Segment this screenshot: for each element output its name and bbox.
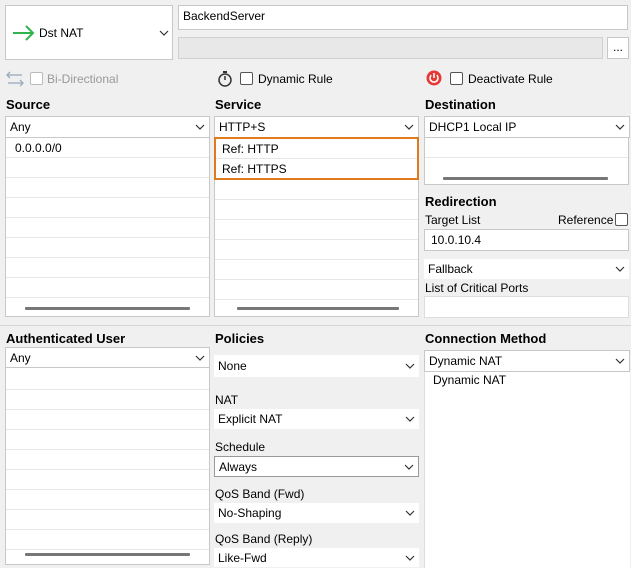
source-item-label: 0.0.0.0/0 (15, 140, 62, 155)
rule-description-field[interactable] (178, 37, 603, 59)
nat-select-value: Explicit NAT (218, 412, 283, 426)
policy-select-value: None (218, 359, 247, 373)
stopwatch-icon (218, 71, 232, 87)
rule-name-field[interactable]: BackendServer (178, 5, 628, 30)
bidirectional-label: Bi-Directional (47, 72, 119, 86)
arrow-right-icon (13, 25, 35, 41)
reference-checkbox[interactable] (615, 213, 628, 226)
schedule-label: Schedule (215, 440, 266, 454)
chevron-down-icon (195, 355, 205, 361)
critical-ports-field[interactable] (424, 296, 629, 318)
fallback-select[interactable]: Fallback (424, 259, 629, 279)
chevron-down-icon[interactable] (159, 30, 169, 36)
service-select-value: HTTP+S (219, 120, 266, 134)
bidirectional-checkbox[interactable] (30, 72, 43, 85)
qos-fwd-select[interactable]: No-Shaping (214, 503, 419, 523)
nat-label: NAT (215, 393, 239, 407)
schedule-select-value: Always (219, 459, 258, 474)
bidirectional-icon (6, 71, 24, 87)
service-item-label: Ref: HTTP (222, 141, 279, 156)
source-select-value: Any (10, 120, 31, 134)
chevron-down-icon (615, 266, 625, 272)
deactivate-rule-checkbox[interactable] (450, 72, 463, 85)
service-header: Service (215, 97, 262, 112)
target-list-label: Target List (425, 213, 481, 227)
chevron-down-icon (405, 555, 415, 561)
auth-user-scrollbar[interactable] (25, 553, 190, 556)
qos-fwd-select-value: No-Shaping (218, 506, 282, 520)
source-scrollbar[interactable] (25, 307, 190, 310)
connection-item-label: Dynamic NAT (433, 373, 507, 387)
list-item[interactable]: Ref: HTTP (216, 139, 417, 159)
critical-ports-label: List of Critical Ports (425, 281, 529, 295)
service-scrollbar[interactable] (237, 307, 399, 310)
target-list[interactable]: 10.0.10.4 (424, 229, 629, 251)
section-divider (0, 325, 631, 326)
chevron-down-icon (404, 464, 414, 470)
destination-scrollbar[interactable] (443, 177, 608, 180)
more-button[interactable]: ... (607, 37, 629, 59)
nat-select[interactable]: Explicit NAT (214, 409, 419, 429)
list-item[interactable]: 0.0.0.0/0 (6, 138, 209, 158)
chevron-down-icon (405, 510, 415, 516)
rule-name-value: BackendServer (183, 9, 266, 23)
auth-user-header: Authenticated User (6, 331, 126, 346)
service-select[interactable]: HTTP+S (214, 116, 419, 138)
qos-reply-label: QoS Band (Reply) (215, 532, 313, 546)
target-list-value: 10.0.10.4 (431, 233, 482, 247)
chevron-down-icon (405, 416, 415, 422)
more-button-label: ... (612, 40, 623, 54)
qos-reply-select-value: Like-Fwd (218, 550, 267, 565)
policy-select[interactable]: None (214, 355, 419, 377)
auth-user-list[interactable] (5, 347, 210, 565)
chevron-down-icon (195, 124, 205, 130)
qos-fwd-label: QoS Band (Fwd) (215, 487, 305, 501)
destination-select[interactable]: DHCP1 Local IP (424, 116, 630, 138)
source-list[interactable]: 0.0.0.0/0 (5, 117, 210, 317)
connection-select[interactable]: Dynamic NAT (424, 350, 630, 372)
reference-label: Reference (558, 213, 614, 227)
rule-type-box[interactable]: Dst NAT (5, 5, 173, 60)
source-select[interactable]: Any (5, 116, 210, 138)
redirection-header: Redirection (425, 194, 497, 209)
chevron-down-icon (615, 358, 625, 364)
list-item[interactable]: Dynamic NAT (425, 370, 630, 390)
chevron-down-icon (404, 124, 414, 130)
list-item[interactable]: Ref: HTTPS (216, 159, 417, 179)
destination-header: Destination (425, 97, 496, 112)
power-icon (426, 70, 442, 86)
connection-header: Connection Method (425, 331, 547, 346)
connection-list[interactable]: Dynamic NAT (424, 370, 630, 568)
rule-type-label: Dst NAT (39, 26, 84, 40)
schedule-select[interactable]: Always (214, 456, 419, 477)
chevron-down-icon (615, 124, 625, 130)
dynamic-rule-label: Dynamic Rule (258, 72, 333, 86)
chevron-down-icon (405, 363, 415, 369)
qos-reply-select[interactable]: Like-Fwd (214, 548, 419, 567)
service-item-label: Ref: HTTPS (222, 162, 287, 176)
auth-user-select-value: Any (10, 350, 31, 365)
policies-header: Policies (215, 331, 265, 346)
dynamic-rule-checkbox[interactable] (240, 72, 253, 85)
connection-select-value: Dynamic NAT (429, 354, 503, 368)
deactivate-rule-label: Deactivate Rule (468, 72, 553, 86)
auth-user-select[interactable]: Any (5, 347, 210, 368)
source-header: Source (6, 97, 51, 112)
destination-select-value: DHCP1 Local IP (429, 120, 517, 134)
fallback-select-value: Fallback (428, 262, 473, 276)
service-ref-box: Ref: HTTP Ref: HTTPS (214, 137, 419, 180)
